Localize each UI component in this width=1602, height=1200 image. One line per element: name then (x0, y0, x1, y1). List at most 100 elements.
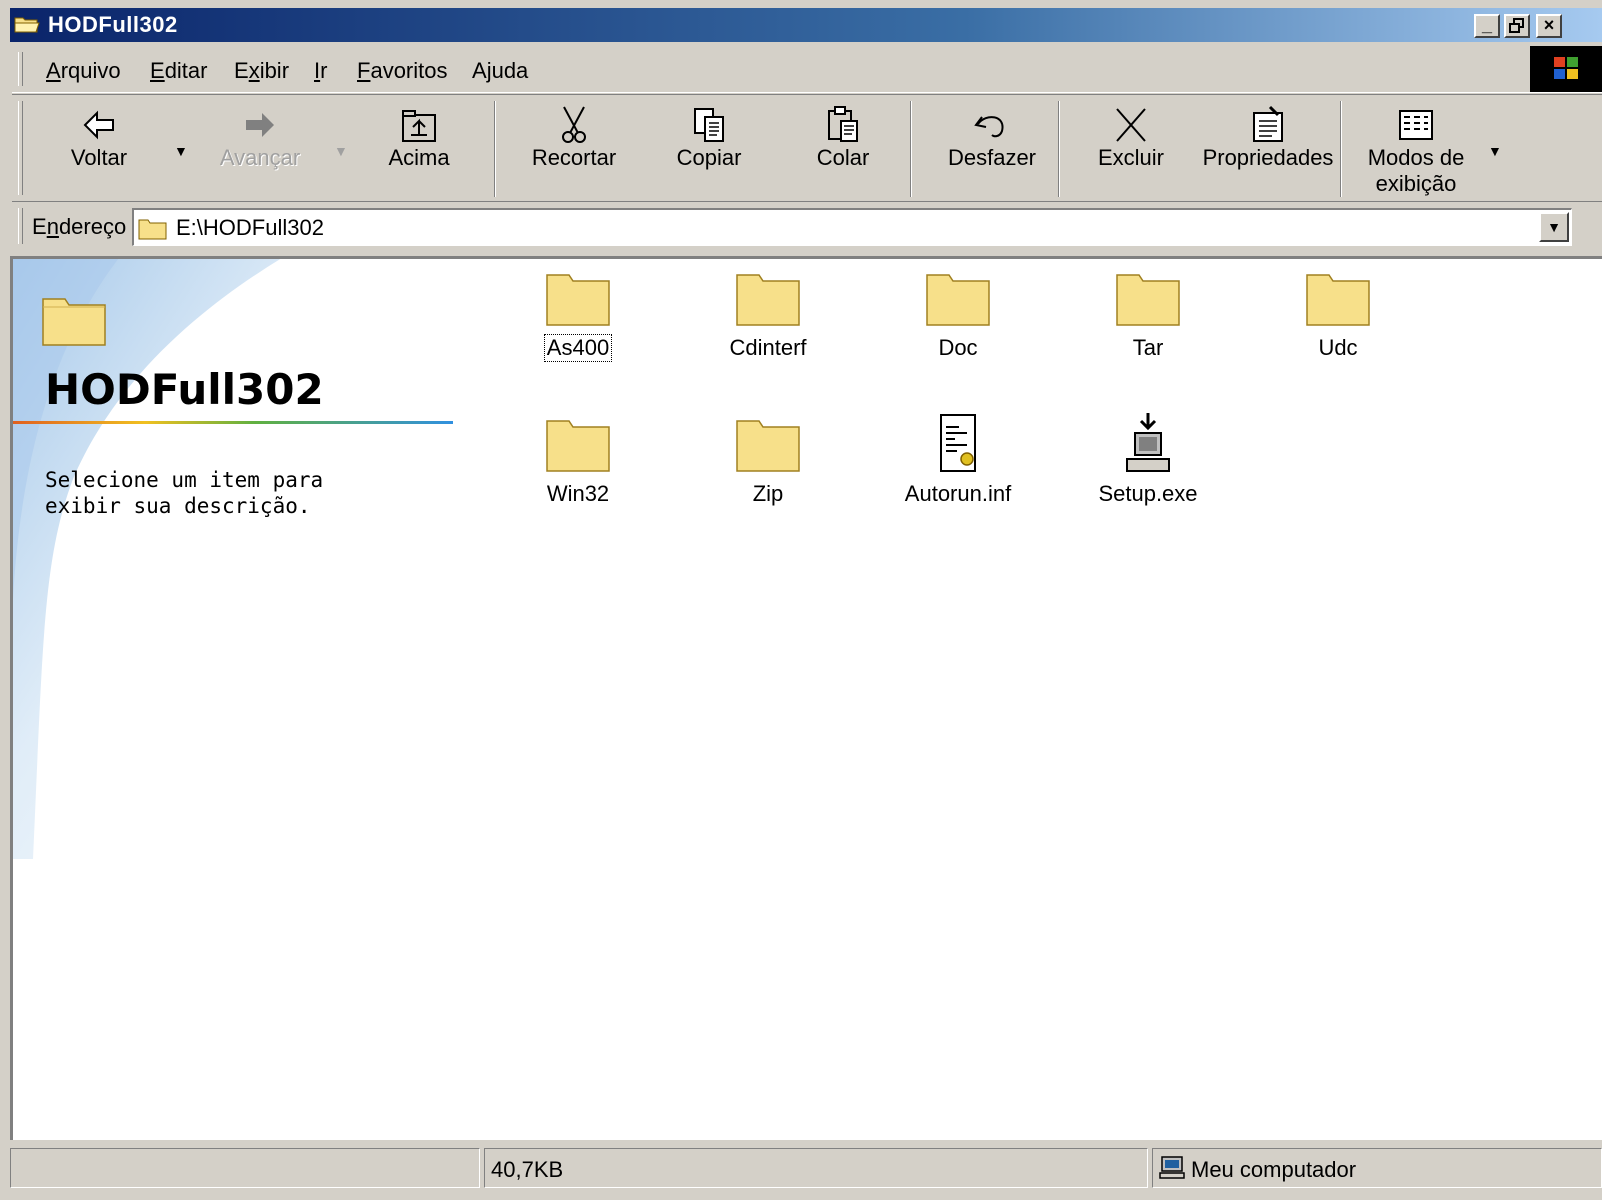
forward-dropdown-icon: ▼ (334, 143, 348, 159)
forward-arrow-icon (246, 113, 274, 137)
address-bar: Endereço E:\HODFull302 ▼ (12, 202, 1602, 250)
back-dropdown-icon[interactable]: ▼ (174, 143, 188, 159)
status-pane-size: 40,7KB (484, 1148, 1148, 1188)
address-label: Endereço (32, 214, 126, 240)
file-name: Udc (1318, 335, 1358, 360)
folder-description: Selecione um item para exibir sua descri… (45, 468, 324, 518)
address-value: E:\HODFull302 (176, 215, 324, 240)
file-name: As400 (543, 334, 613, 362)
title-bar[interactable]: HODFull302 _ × (10, 8, 1602, 42)
status-zone: Meu computador (1191, 1157, 1357, 1182)
folder-content[interactable]: HODFull302 Selecione um item para exibir… (10, 256, 1602, 1140)
close-button[interactable]: × (1536, 14, 1562, 38)
installer-icon (1126, 413, 1170, 472)
windows-flag-icon (1554, 57, 1578, 79)
folder-icon (546, 274, 610, 326)
back-arrow-icon (83, 110, 114, 140)
menu-arquivo-key: A (46, 58, 61, 83)
address-label-pre: E (32, 214, 47, 239)
delete-button[interactable]: Excluir (1082, 99, 1180, 199)
folder-icon (926, 274, 990, 326)
chevron-down-icon: ▼ (1547, 219, 1561, 235)
menu-bar: Arquivo Editar Exibir Ir Favoritos Ajuda (12, 46, 1602, 93)
paste-label: Colar (816, 145, 870, 170)
back-button[interactable]: Voltar (50, 99, 148, 199)
paste-button[interactable]: Colar (798, 99, 888, 199)
address-label-key: n (46, 214, 59, 239)
cut-button[interactable]: Recortar (518, 99, 630, 199)
file-item-zip[interactable]: Zip (693, 413, 843, 507)
copy-button[interactable]: Copiar (658, 99, 760, 199)
file-item-doc[interactable]: Doc (883, 267, 1033, 361)
file-name: Setup.exe (1098, 481, 1198, 506)
up-button[interactable]: Acima (374, 99, 464, 199)
views-dropdown-icon[interactable]: ▼ (1488, 143, 1502, 159)
properties-button[interactable]: Propriedades (1198, 99, 1338, 199)
undo-button[interactable]: Desfazer (932, 99, 1052, 199)
status-bar: 40,7KB Meu computador (10, 1142, 1602, 1200)
address-input[interactable]: E:\HODFull302 ▼ (132, 208, 1572, 246)
folder-icon (546, 420, 610, 472)
menu-exibir[interactable]: Exibir (234, 58, 289, 84)
windows-logo (1530, 46, 1602, 92)
menu-editar[interactable]: Editar (150, 58, 207, 84)
window-title: HODFull302 (48, 12, 178, 37)
paste-icon (828, 106, 858, 142)
toolbar-separator (1058, 101, 1060, 197)
file-name: Doc (938, 335, 978, 360)
restore-button[interactable] (1504, 14, 1530, 38)
folder-icon (1116, 274, 1180, 326)
toolbar-separator (494, 101, 496, 197)
explorer-window: HODFull302 _ × Arquivo Editar Exibir Ir … (0, 0, 1602, 1200)
undo-icon (974, 116, 1004, 138)
address-dropdown-button[interactable]: ▼ (1539, 212, 1569, 242)
file-name: Autorun.inf (904, 481, 1012, 506)
properties-label: Propriedades (1202, 145, 1334, 170)
menu-editar-key: E (150, 58, 165, 83)
file-item-cdinterf[interactable]: Cdinterf (693, 267, 843, 361)
delete-label: Excluir (1097, 145, 1164, 170)
properties-icon (1253, 105, 1283, 142)
views-button[interactable]: Modos de exibição (1356, 99, 1476, 199)
toolbar-separator (910, 101, 912, 197)
up-folder-icon (402, 110, 436, 142)
menu-ajuda[interactable]: Ajuda (472, 58, 528, 84)
file-item-udc[interactable]: Udc (1263, 267, 1413, 361)
file-item-setup[interactable]: Setup.exe (1073, 413, 1223, 507)
views-icon (1399, 110, 1433, 140)
file-name: Tar (1132, 335, 1164, 360)
folder-icon (736, 274, 800, 326)
menu-favoritos[interactable]: Favoritos (357, 58, 448, 84)
menu-arquivo[interactable]: Arquivo (46, 58, 121, 84)
menu-exibir-pre: E (234, 58, 249, 83)
menu-ir[interactable]: Ir (314, 58, 327, 84)
menu-favoritos-rest: avoritos (370, 58, 448, 83)
addressbar-grip[interactable] (18, 208, 23, 244)
folder-open-icon (14, 17, 40, 33)
file-name: Zip (752, 481, 784, 506)
status-pane-objects (10, 1148, 480, 1188)
close-icon: × (1543, 15, 1555, 35)
minimize-button[interactable]: _ (1474, 14, 1500, 38)
scissors-icon (562, 106, 586, 143)
menubar-grip[interactable] (18, 52, 23, 86)
menu-exibir-rest: ibir (259, 58, 290, 83)
folder-icon (1306, 274, 1370, 326)
inf-file-icon (940, 414, 976, 472)
views-label-line2: exibição (1375, 171, 1457, 196)
file-item-autorun[interactable]: Autorun.inf (883, 413, 1033, 507)
file-item-tar[interactable]: Tar (1073, 267, 1223, 361)
title-divider (13, 421, 453, 424)
menu-arquivo-rest: rquivo (60, 58, 121, 83)
file-item-as400[interactable]: As400 (503, 267, 653, 362)
restore-icon (1509, 18, 1524, 33)
menu-ajuda-rest: uda (491, 58, 529, 83)
folder-icon (736, 420, 800, 472)
file-item-win32[interactable]: Win32 (503, 413, 653, 507)
copy-icon (694, 108, 724, 142)
forward-button: Avançar (208, 99, 312, 199)
status-pane-zone: Meu computador (1152, 1148, 1602, 1188)
toolbar-grip[interactable] (18, 101, 23, 195)
menu-editar-rest: ditar (164, 58, 208, 83)
toolbar-separator (1340, 101, 1342, 197)
